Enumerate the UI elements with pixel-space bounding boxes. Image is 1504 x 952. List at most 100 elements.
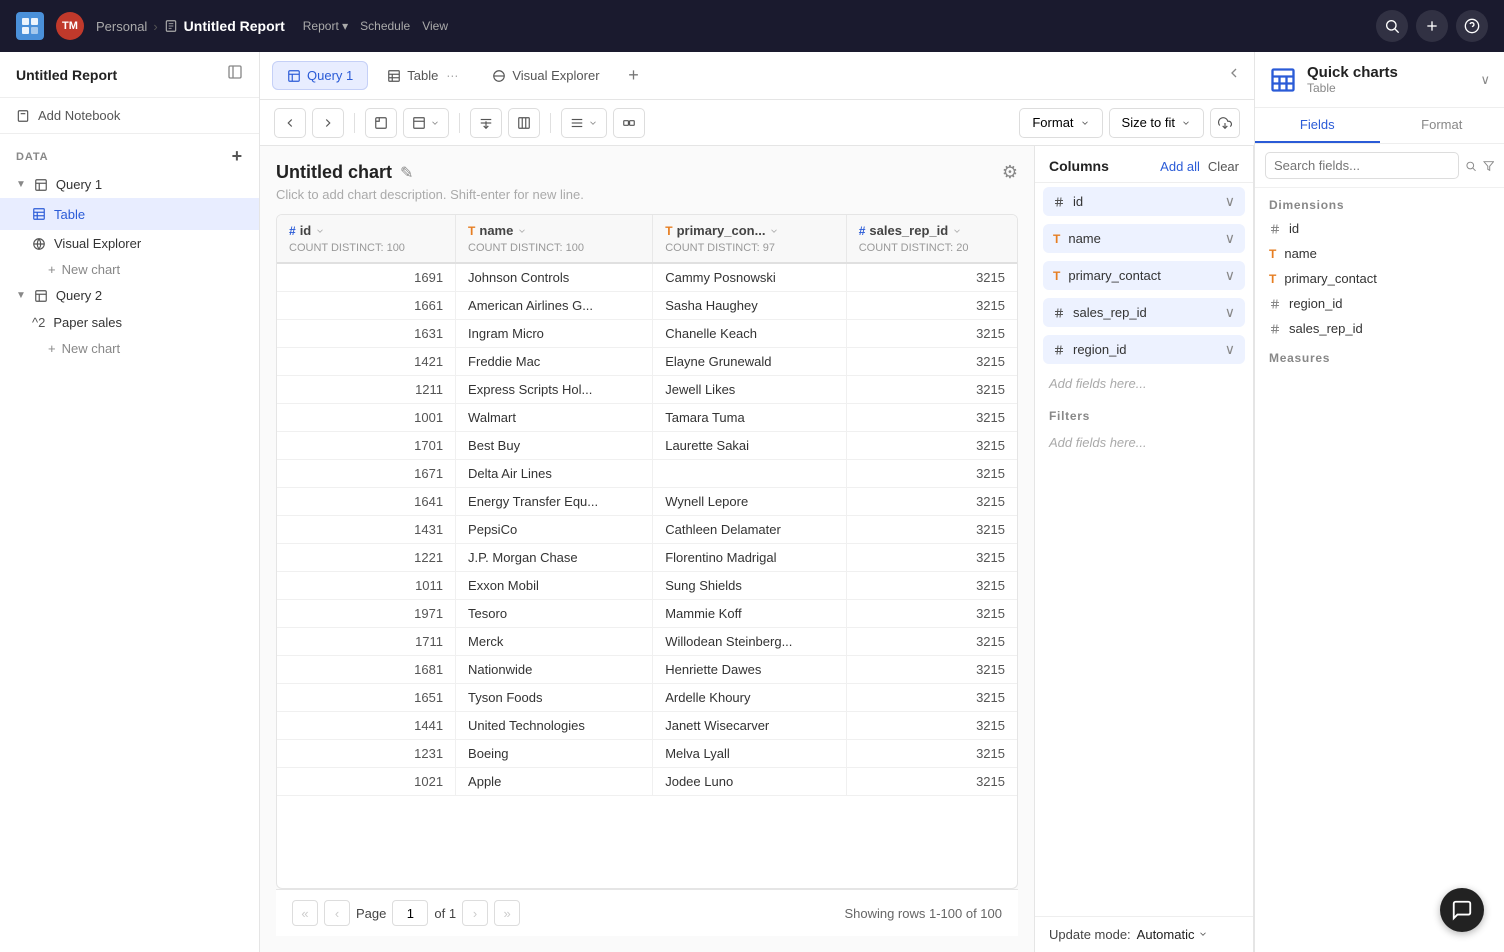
nav-view[interactable]: View: [418, 17, 452, 35]
new-chart-q1[interactable]: + New chart: [0, 257, 259, 282]
chip-region-expand[interactable]: ∨: [1225, 341, 1235, 358]
qc-field-pc-label: primary_contact: [1284, 271, 1376, 286]
tab-table-more[interactable]: ⋯: [446, 69, 458, 83]
add-tab-btn[interactable]: +: [619, 61, 649, 91]
format-btn[interactable]: Format: [1019, 108, 1102, 138]
th-name[interactable]: T name COUNT DISTINCT: 100: [456, 215, 653, 263]
filters-add-fields[interactable]: Add fields here...: [1035, 427, 1253, 458]
forward-btn[interactable]: [312, 108, 344, 138]
th-id-label: id: [300, 223, 312, 238]
columns-header: Columns Add all Clear: [1035, 146, 1253, 183]
page-number-input[interactable]: [392, 900, 428, 926]
table-row: 1641 Energy Transfer Equ... Wynell Lepor…: [277, 488, 1017, 516]
filter-icon[interactable]: [1483, 159, 1495, 173]
columns-add-fields[interactable]: Add fields here...: [1035, 368, 1253, 399]
chip-pc-expand[interactable]: ∨: [1225, 267, 1235, 284]
add-all-btn[interactable]: Add all: [1160, 159, 1200, 174]
cell-name: Best Buy: [456, 432, 653, 460]
chart-title-edit-icon[interactable]: ✎: [400, 163, 413, 183]
cell-id: 1441: [277, 712, 456, 740]
chip-sr-label: sales_rep_id: [1073, 305, 1217, 320]
qc-field-id[interactable]: id: [1255, 216, 1504, 241]
sidebar-item-table[interactable]: Table ⋯: [0, 198, 259, 230]
text-icon-name: T: [1053, 232, 1060, 246]
align-btn[interactable]: [561, 108, 607, 138]
chart-description[interactable]: Click to add chart description. Shift-en…: [276, 187, 1018, 202]
page-first-btn[interactable]: «: [292, 900, 318, 926]
new-chart-q2[interactable]: + New chart: [0, 336, 259, 361]
sidebar-toggle-icon[interactable]: [227, 64, 243, 85]
cell-id: 1001: [277, 404, 456, 432]
chart-settings-icon[interactable]: ⚙: [1002, 162, 1018, 183]
clear-btn[interactable]: Clear: [1208, 159, 1239, 174]
download-btn[interactable]: [1210, 108, 1240, 138]
cell-id: 1711: [277, 628, 456, 656]
chip-id-expand[interactable]: ∨: [1225, 193, 1235, 210]
th-sales-rep[interactable]: # sales_rep_id COUNT DISTINCT: 20: [846, 215, 1017, 263]
user-avatar[interactable]: TM: [56, 12, 84, 40]
nav-report[interactable]: Report ▾: [299, 17, 352, 35]
sidebar-query1[interactable]: ▼ Query 1: [0, 171, 259, 198]
column-chip-sales-rep[interactable]: sales_rep_id ∨: [1043, 298, 1245, 327]
search-icon-btn[interactable]: [1376, 10, 1408, 42]
layout-btn[interactable]: [403, 108, 449, 138]
cell-sr: 3215: [846, 376, 1017, 404]
chip-sr-expand[interactable]: ∨: [1225, 304, 1235, 321]
chip-name-expand[interactable]: ∨: [1225, 230, 1235, 247]
column-chip-region[interactable]: region_id ∨: [1043, 335, 1245, 364]
cell-pc: Chanelle Keach: [653, 320, 846, 348]
add-data-icon[interactable]: +: [232, 146, 243, 167]
help-icon-btn[interactable]: [1456, 10, 1488, 42]
chart-title-row: Untitled chart ✎ ⚙: [276, 162, 1018, 183]
search-icon[interactable]: [1465, 159, 1477, 173]
breadcrumb-report: Untitled Report: [184, 18, 285, 34]
collapse-panel-icon[interactable]: [1226, 65, 1242, 86]
table-row: 1671 Delta Air Lines 3215: [277, 460, 1017, 488]
columns-btn[interactable]: [508, 108, 540, 138]
chat-bubble[interactable]: [1440, 888, 1484, 932]
page-of-label: of 1: [434, 906, 456, 921]
cell-id: 1701: [277, 432, 456, 460]
size-to-fit-btn[interactable]: Size to fit: [1109, 108, 1204, 138]
sidebar-item-paper-sales[interactable]: ^2 Paper sales: [0, 309, 259, 336]
qc-tab-fields[interactable]: Fields: [1255, 108, 1380, 143]
tab-table[interactable]: Table ⋯: [372, 61, 473, 90]
page-last-btn[interactable]: »: [494, 900, 520, 926]
tab-query1[interactable]: Query 1: [272, 61, 368, 90]
page-prev-btn[interactable]: ‹: [324, 900, 350, 926]
cell-name: Walmart: [456, 404, 653, 432]
qc-search-input[interactable]: [1265, 152, 1459, 179]
qc-tab-format[interactable]: Format: [1380, 108, 1504, 143]
back-btn[interactable]: [274, 108, 306, 138]
sidebar-item-visual-explorer[interactable]: Visual Explorer: [0, 230, 259, 257]
sidebar-query2[interactable]: ▼ Query 2: [0, 282, 259, 309]
th-id[interactable]: # id COUNT DISTINCT: 100: [277, 215, 456, 263]
add-icon-btn[interactable]: [1416, 10, 1448, 42]
column-chip-name[interactable]: T name ∨: [1043, 224, 1245, 253]
th-name-label: name: [479, 223, 513, 238]
qc-field-pc[interactable]: T primary_contact: [1255, 266, 1504, 291]
breadcrumb-workspace[interactable]: Personal: [96, 19, 147, 34]
update-mode-value[interactable]: Automatic: [1137, 927, 1208, 942]
chip-id-label: id: [1073, 194, 1217, 209]
table-row: 1011 Exxon Mobil Sung Shields 3215: [277, 572, 1017, 600]
qc-collapse-icon[interactable]: ∨: [1480, 72, 1490, 88]
tab-visual-explorer[interactable]: Visual Explorer: [477, 61, 614, 90]
column-chip-primary-contact[interactable]: T primary_contact ∨: [1043, 261, 1245, 290]
report-icon: [164, 19, 178, 33]
qc-field-region[interactable]: region_id: [1255, 291, 1504, 316]
qc-field-name[interactable]: T name: [1255, 241, 1504, 266]
chip-region-label: region_id: [1073, 342, 1217, 357]
pc-sort-icon: [769, 226, 779, 236]
table-row: 1701 Best Buy Laurette Sakai 3215: [277, 432, 1017, 460]
add-notebook-btn[interactable]: Add Notebook: [0, 98, 259, 134]
nav-schedule[interactable]: Schedule: [356, 17, 414, 35]
th-primary-contact[interactable]: T primary_con... COUNT DISTINCT: 97: [653, 215, 846, 263]
sort-btn[interactable]: [470, 108, 502, 138]
qc-field-sr[interactable]: sales_rep_id: [1255, 316, 1504, 341]
expand-btn[interactable]: [365, 108, 397, 138]
column-chip-id[interactable]: id ∨: [1043, 187, 1245, 216]
page-next-btn[interactable]: ›: [462, 900, 488, 926]
id-type-icon: #: [289, 224, 296, 238]
merge-btn[interactable]: [613, 108, 645, 138]
